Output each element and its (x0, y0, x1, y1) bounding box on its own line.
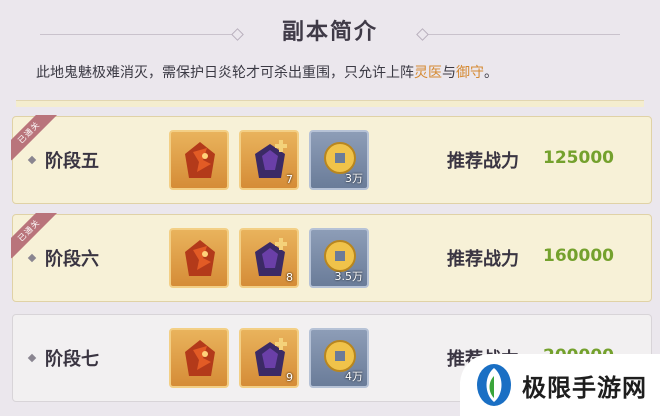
description-text: 此地鬼魅极难消灭，需保护日炎轮才可杀出重围，只允许上阵 (36, 65, 414, 81)
list-top-edge (16, 100, 644, 107)
reward-quantity: 9 (286, 371, 293, 384)
recommended-power-value: 125000 (543, 148, 614, 168)
red-phoenix-icon (185, 142, 215, 178)
recommended-power-label: 推荐战力 (447, 151, 519, 172)
reward-item[interactable]: 8 (239, 228, 299, 288)
description-highlight-healer: 灵医 (414, 65, 442, 81)
reward-quantity: 4万 (345, 370, 363, 383)
red-phoenix-icon (185, 340, 215, 376)
reward-quantity: 7 (286, 173, 293, 186)
reward-item[interactable]: 9 (239, 328, 299, 388)
stage-name: 阶段七 (45, 349, 99, 370)
stage-name: 阶段五 (45, 151, 99, 172)
reward-item[interactable]: 3万 (309, 130, 369, 190)
description-connector: 与 (442, 65, 456, 81)
reward-item[interactable] (169, 228, 229, 288)
site-logo-icon (477, 364, 511, 406)
stage-row[interactable]: 已通关 阶段六 8 3.5万 推荐战力 160000 (11, 213, 652, 302)
reward-item[interactable]: 4万 (309, 328, 369, 388)
reward-quantity: 3万 (345, 172, 363, 185)
reward-item[interactable] (169, 130, 229, 190)
watermark-text: 极限手游网 (522, 374, 647, 402)
dungeon-description: 此地鬼魅极难消灭，需保护日炎轮才可杀出重围，只允许上阵灵医与御守。 (36, 62, 636, 82)
page-title: 副本简介 (281, 19, 378, 45)
recommended-power-value: 160000 (543, 246, 614, 266)
description-end: 。 (484, 65, 498, 81)
red-phoenix-icon (185, 240, 215, 276)
stage-row[interactable]: 已通关 阶段五 7 3万 推荐战力 125000 (11, 115, 652, 204)
description-highlight-guardian: 御守 (456, 65, 484, 81)
recommended-power-label: 推荐战力 (447, 249, 519, 270)
reward-item[interactable]: 7 (239, 130, 299, 190)
bullet-icon (27, 353, 37, 363)
reward-item[interactable]: 3.5万 (309, 228, 369, 288)
reward-item[interactable] (169, 328, 229, 388)
site-watermark: 极限手游网 (460, 354, 660, 416)
stage-name: 阶段六 (45, 249, 99, 270)
reward-quantity: 8 (286, 271, 293, 284)
reward-quantity: 3.5万 (334, 270, 364, 283)
